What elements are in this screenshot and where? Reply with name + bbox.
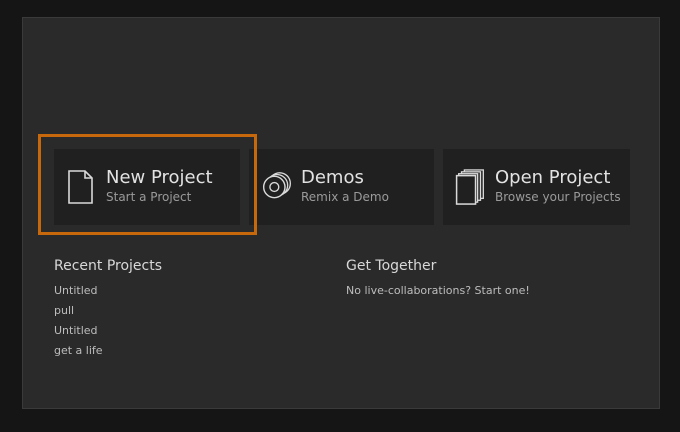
new-project-subtitle: Start a Project [106, 190, 192, 204]
stacked-pages-icon [455, 169, 484, 205]
discs-icon [262, 172, 291, 199]
recent-projects-heading: Recent Projects [54, 258, 163, 274]
recent-project-item[interactable]: Untitled [54, 324, 103, 344]
recent-project-item[interactable]: Untitled [54, 284, 103, 304]
open-project-subtitle: Browse your Projects [495, 190, 621, 204]
new-project-title: New Project [106, 167, 213, 188]
get-together-heading: Get Together [346, 258, 437, 274]
demos-subtitle: Remix a Demo [301, 190, 389, 204]
open-project-button[interactable]: Open Project Browse your Projects [443, 149, 630, 225]
open-project-title: Open Project [495, 167, 611, 188]
new-project-button[interactable]: New Project Start a Project [54, 149, 240, 225]
recent-project-item[interactable]: pull [54, 304, 103, 324]
document-icon [68, 170, 93, 204]
demos-title: Demos [301, 167, 364, 188]
recent-projects-list: Untitled pull Untitled get a life [54, 284, 103, 364]
recent-project-item[interactable]: get a life [54, 344, 103, 364]
demos-button[interactable]: Demos Remix a Demo [249, 149, 434, 225]
start-collaboration-link[interactable]: No live-collaborations? Start one! [346, 284, 530, 298]
